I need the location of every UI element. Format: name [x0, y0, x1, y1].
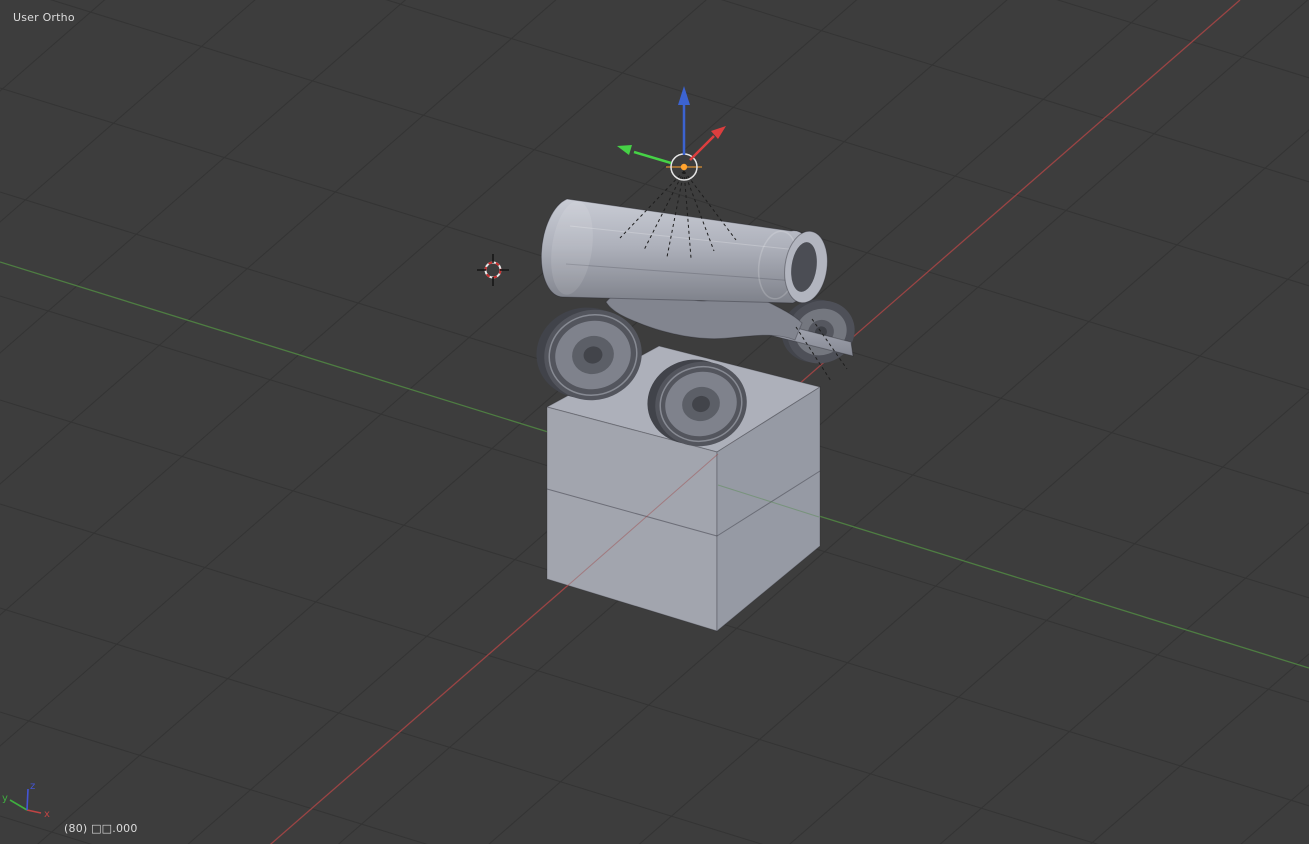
cursor-crosshair	[477, 254, 509, 286]
view-mode-label: User Ortho	[13, 11, 75, 24]
gizmo-y-axis-arrow[interactable]	[617, 145, 671, 163]
gizmo-x-axis-arrow[interactable]	[690, 126, 726, 160]
blender-3d-viewport[interactable]: x y z User Ortho (80) □□.000	[0, 0, 1309, 844]
mini-axis-x-line	[27, 810, 41, 813]
mini-axis-gizmo: x y z	[2, 781, 50, 820]
mini-axis-y-line	[10, 800, 27, 810]
3d-cursor	[477, 254, 509, 286]
mini-axis-z-line	[27, 789, 28, 810]
mini-axis-x-label: x	[44, 809, 50, 820]
object-info-label: (80) □□.000	[64, 822, 138, 835]
gizmo-z-axis-arrow[interactable]	[678, 86, 690, 155]
mini-axis-y-label: y	[2, 793, 8, 804]
mini-axis-z-label: z	[30, 781, 35, 792]
object-origin-dot	[681, 164, 687, 170]
